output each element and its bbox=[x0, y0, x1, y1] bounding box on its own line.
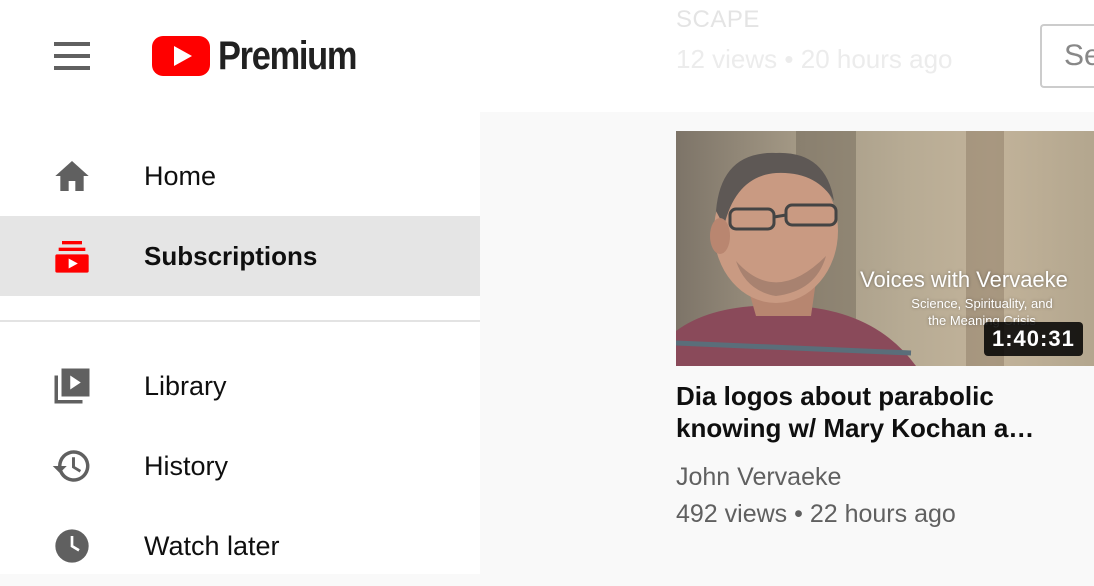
logo-text: Premium bbox=[218, 34, 357, 78]
sidebar-item-watch-later[interactable]: Watch later bbox=[0, 506, 480, 586]
video-duration-badge: 1:40:31 bbox=[984, 322, 1083, 356]
faded-video-age: 20 hours ago bbox=[800, 44, 953, 74]
menu-icon-bar bbox=[54, 42, 90, 46]
subscriptions-icon bbox=[50, 234, 94, 278]
meta-separator: • bbox=[784, 44, 794, 74]
video-meta: 492 views • 22 hours ago bbox=[676, 500, 956, 529]
menu-icon-bar bbox=[54, 66, 90, 70]
sidebar-item-label: History bbox=[144, 450, 229, 481]
sidebar-item-label: Subscriptions bbox=[144, 240, 318, 271]
sidebar-item-history[interactable]: History bbox=[0, 426, 480, 506]
library-icon bbox=[50, 364, 94, 408]
masthead: Premium SCAPE 12 views • 20 hours ago Se bbox=[0, 0, 1094, 112]
video-views: 492 views bbox=[676, 500, 788, 528]
faded-video-meta: 12 views • 20 hours ago bbox=[676, 44, 953, 75]
menu-icon[interactable] bbox=[40, 28, 104, 84]
sidebar: Home Subscriptions Library History Watch… bbox=[0, 112, 480, 574]
watch-later-icon bbox=[50, 524, 94, 568]
thumbnail-title-text: Voices with Vervaeke bbox=[860, 267, 1068, 292]
meta-separator: • bbox=[794, 500, 803, 528]
faded-video-views: 12 views bbox=[676, 44, 778, 74]
thumbnail-subtitle-line: Science, Spirituality, and bbox=[911, 296, 1053, 311]
sidebar-item-label: Library bbox=[144, 370, 227, 401]
sidebar-item-home[interactable]: Home bbox=[0, 136, 480, 216]
sidebar-divider bbox=[0, 320, 480, 322]
youtube-premium-logo[interactable]: Premium bbox=[152, 33, 379, 79]
sidebar-item-label: Home bbox=[144, 160, 217, 191]
video-title-line: Dia logos about parabolic bbox=[676, 381, 994, 411]
sidebar-item-subscriptions[interactable]: Subscriptions bbox=[0, 216, 480, 296]
video-age: 22 hours ago bbox=[809, 500, 956, 528]
video-title[interactable]: Dia logos about parabolic knowing w/ Mar… bbox=[676, 380, 1076, 444]
faded-video-title: SCAPE bbox=[676, 6, 760, 33]
video-title-line: knowing w/ Mary Kochan a… bbox=[676, 413, 1035, 443]
youtube-play-icon bbox=[152, 36, 210, 76]
sidebar-item-library[interactable]: Library bbox=[0, 346, 480, 426]
search-input[interactable]: Se bbox=[1040, 24, 1094, 88]
history-icon bbox=[50, 444, 94, 488]
menu-icon-bar bbox=[54, 54, 90, 58]
sidebar-item-label: Watch later bbox=[144, 530, 280, 561]
channel-name[interactable]: John Vervaeke bbox=[676, 463, 841, 492]
home-icon bbox=[50, 154, 94, 198]
